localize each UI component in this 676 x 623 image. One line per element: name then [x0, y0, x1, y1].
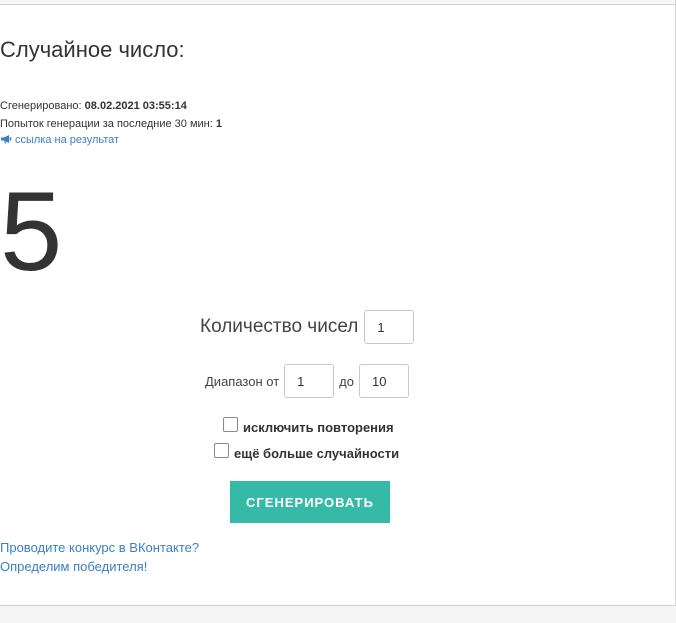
count-label: Количество чисел: [200, 316, 359, 337]
promo-winner-link[interactable]: Определим победителя!: [0, 558, 618, 576]
exclude-repeats-checkbox[interactable]: [223, 416, 238, 432]
generated-timestamp: 08.02.2021 03:55:14: [84, 100, 187, 112]
attempts-count: 1: [215, 118, 222, 130]
range-from-label: Диапазон от: [205, 373, 280, 389]
result-link[interactable]: ссылка на результат: [0, 133, 618, 147]
page-title: Случайное число:: [0, 37, 185, 62]
promo-contest-link[interactable]: Проводите конкурс в ВКонтакте?: [0, 539, 618, 557]
exclude-repeats-label: исключить повторения: [243, 419, 394, 435]
generate-button[interactable]: СГЕНЕРИРОВАТЬ: [230, 481, 390, 523]
megaphone-icon: [1, 135, 12, 144]
range-row: Диапазон от до: [205, 364, 409, 398]
more-random-option[interactable]: ещё больше случайности: [214, 442, 400, 462]
bottom-frame-border: [0, 605, 676, 623]
range-from-input[interactable]: [284, 364, 335, 398]
count-input[interactable]: [364, 310, 415, 344]
generated-info: Сгенерировано: 08.02.2021 03:55:14: [0, 99, 618, 113]
more-random-label: ещё больше случайности: [234, 445, 400, 461]
generated-label: Сгенерировано:: [0, 100, 82, 112]
top-frame-border: [0, 0, 676, 5]
range-to-label: до: [339, 373, 354, 389]
random-result: 5: [0, 169, 63, 294]
count-row: Количество чисел: [200, 310, 415, 344]
more-random-checkbox[interactable]: [214, 442, 229, 458]
attempts-info: Попыток генерации за последние 30 мин: 1: [0, 117, 618, 131]
attempts-label: Попыток генерации за последние 30 мин:: [0, 118, 213, 130]
result-link-label: ссылка на результат: [15, 134, 120, 146]
exclude-repeats-option[interactable]: исключить повторения: [223, 416, 394, 436]
range-to-input[interactable]: [358, 364, 409, 398]
